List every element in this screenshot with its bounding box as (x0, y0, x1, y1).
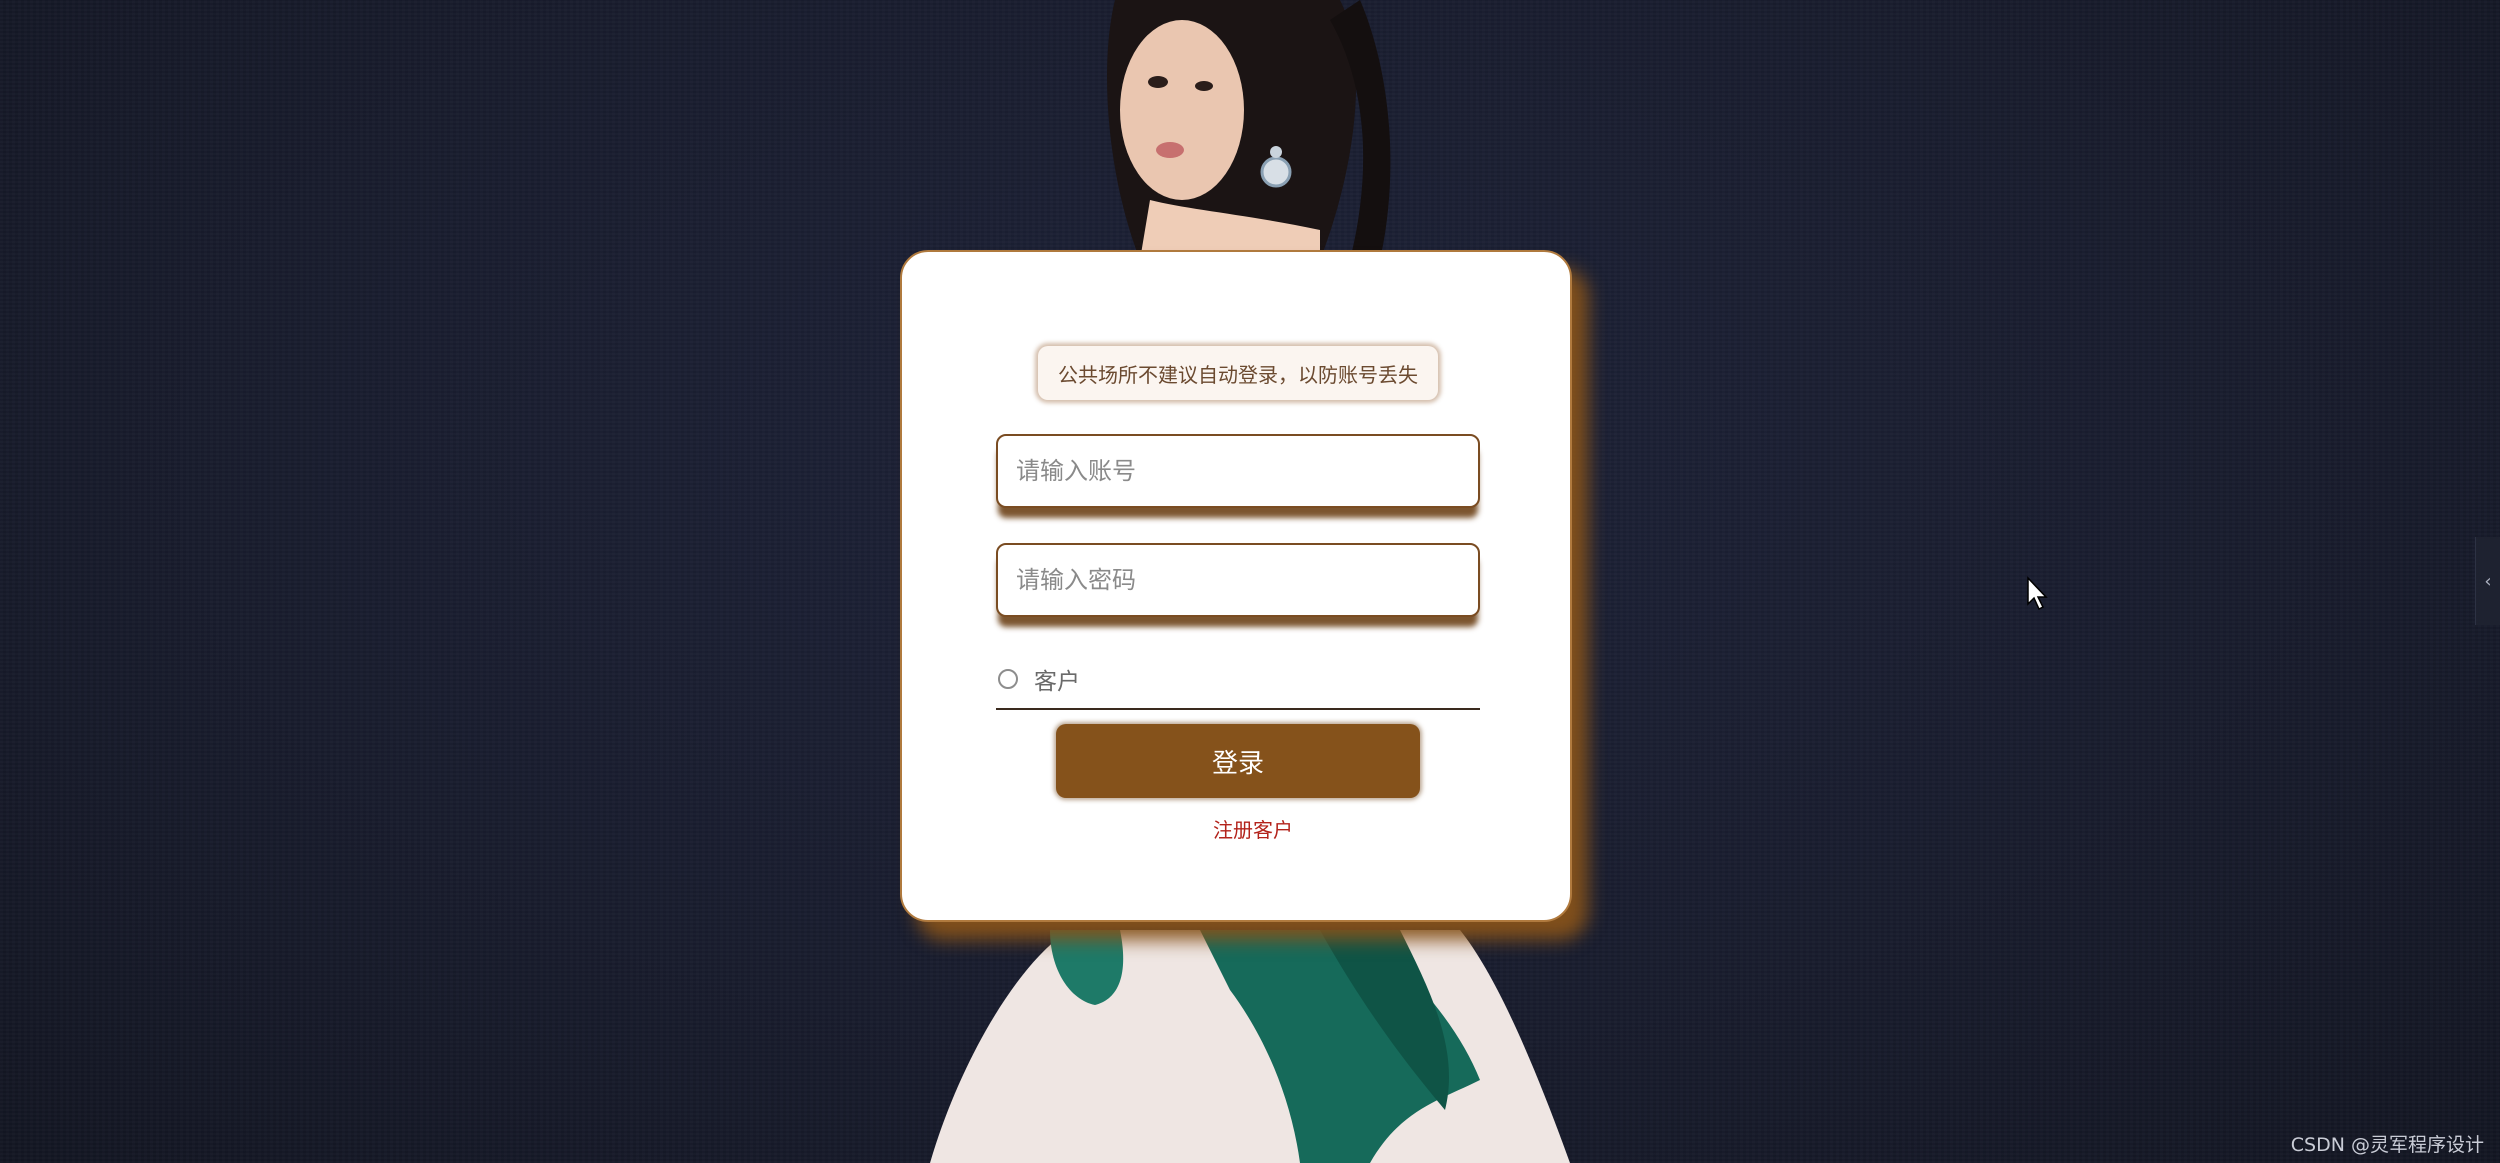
login-page: 公共场所不建议自动登录，以防账号丢失 客户 登录 注册客户 ‹ CSDN @灵军… (0, 0, 2500, 1163)
csdn-watermark: CSDN @灵军程序设计 (2290, 1134, 2484, 1156)
register-customer-link[interactable]: 注册客户 (902, 814, 1570, 843)
account-input[interactable] (998, 436, 1478, 506)
auto-login-notice: 公共场所不建议自动登录，以防账号丢失 (1038, 346, 1438, 400)
login-button[interactable]: 登录 (1056, 724, 1420, 798)
chevron-left-icon: ‹ (2484, 570, 2492, 592)
role-selector: 客户 (996, 650, 1480, 710)
password-field-wrapper (996, 543, 1480, 617)
account-field-wrapper (996, 434, 1480, 508)
customer-role-radio[interactable] (998, 669, 1018, 689)
login-card: 公共场所不建议自动登录，以防账号丢失 客户 登录 注册客户 (900, 250, 1572, 922)
mouse-cursor-icon (2027, 576, 2048, 611)
side-panel-toggle[interactable]: ‹ (2475, 537, 2500, 625)
password-input[interactable] (998, 545, 1478, 615)
customer-role-label[interactable]: 客户 (1034, 662, 1080, 696)
